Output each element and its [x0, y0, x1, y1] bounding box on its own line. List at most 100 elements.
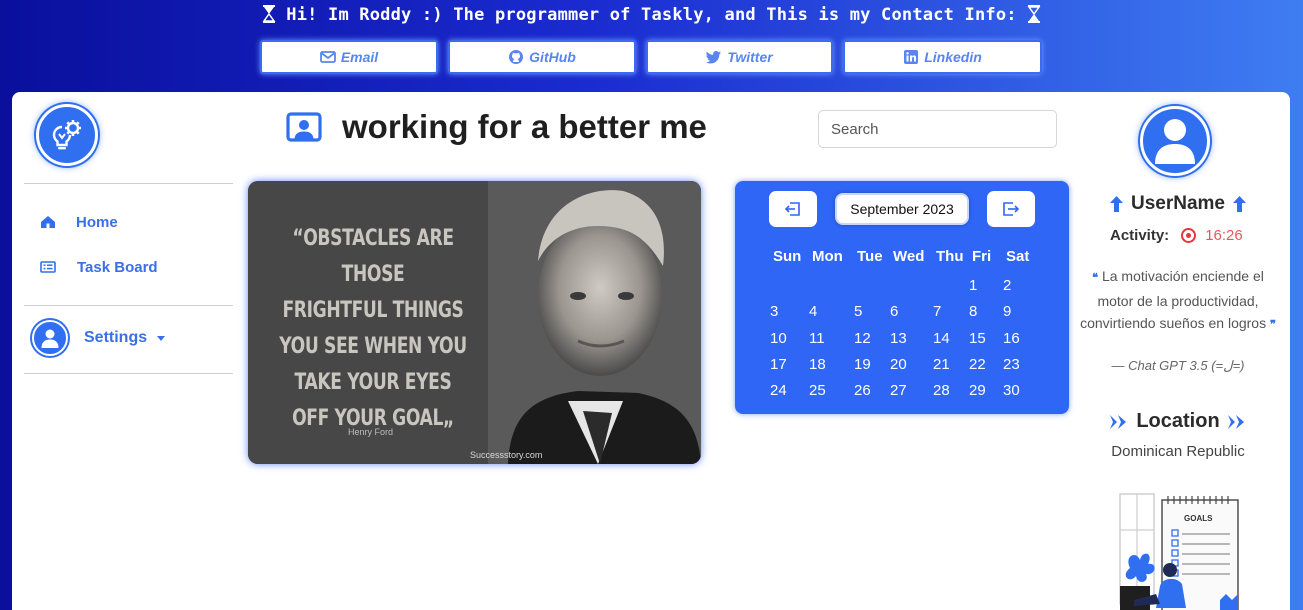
calendar-day[interactable]: 9: [1003, 303, 1011, 320]
sidebar-divider: [24, 373, 233, 374]
sidebar-item-home[interactable]: Home: [40, 210, 118, 234]
weekday-header: Tue: [857, 248, 883, 265]
calendar-day[interactable]: 15: [969, 330, 986, 347]
app-logo[interactable]: [36, 104, 98, 166]
location-heading: Location: [1106, 410, 1250, 433]
twitter-icon: [706, 51, 722, 64]
calendar-day[interactable]: 2: [1003, 277, 1011, 294]
quote-line: YOU SEE WHEN YOU: [279, 334, 467, 359]
lightbulb-gear-icon: [52, 120, 81, 150]
calendar-day[interactable]: 29: [969, 382, 986, 399]
sidebar-item-label: Home: [76, 213, 118, 231]
weekday-header: Wed: [893, 248, 925, 265]
forward-icon: [1227, 414, 1244, 429]
banner-title: Hi! Im Roddy :) The programmer of Taskly…: [0, 5, 1303, 25]
hourglass-icon: [262, 5, 276, 23]
calendar-day[interactable]: 22: [969, 356, 986, 373]
username-heading: UserName: [1106, 193, 1250, 215]
email-button[interactable]: Email: [260, 40, 438, 74]
quote-line: TAKE YOUR EYES: [294, 370, 452, 395]
sidebar-divider: [24, 183, 233, 184]
search-input[interactable]: [818, 110, 1057, 148]
record-icon: [1181, 228, 1197, 243]
calendar-day[interactable]: 4: [809, 303, 817, 320]
calendar-day[interactable]: 19: [854, 356, 871, 373]
weekday-header: Fri: [972, 248, 992, 265]
calendar-day[interactable]: 12: [854, 330, 871, 347]
calendar-widget: September 2023 Sun Mon Tue Wed Thu Fri Sat 1 2 3 4…: [735, 181, 1069, 414]
calendar-day[interactable]: 5: [854, 303, 862, 320]
weekday-header: Sat: [1006, 248, 1030, 265]
linkedin-icon: [904, 50, 919, 64]
github-label: GitHub: [529, 49, 576, 65]
activity-label: Activity:: [1110, 227, 1170, 244]
calendar-day[interactable]: 26: [854, 382, 871, 399]
calendar-grid: Sun Mon Tue Wed Thu Fri Sat 1 2 3 4 5 6 7 8 9 10 11 12 13 14…: [735, 181, 1069, 414]
location-title-text: Location: [1136, 410, 1220, 432]
quote-line: OBSTACLES ARE THOSE: [303, 226, 454, 287]
calendar-day[interactable]: 27: [890, 382, 907, 399]
board-icon: [40, 261, 56, 273]
calendar-day[interactable]: 18: [809, 356, 826, 373]
calendar-day[interactable]: 11: [809, 330, 825, 347]
settings-label: Settings: [84, 329, 148, 346]
quote-image: “OBSTACLES ARE THOSE FRIGHTFUL THINGS YO…: [248, 181, 701, 464]
contact-links: Email GitHub Twitter Linkedin: [0, 40, 1303, 74]
calendar-day[interactable]: 1: [969, 277, 977, 294]
activity-row: Activity: 16:26: [1110, 227, 1243, 244]
calendar-day[interactable]: 21: [933, 356, 950, 373]
weekday-header: Thu: [936, 248, 964, 265]
page-title: working for a better me: [342, 108, 707, 145]
calendar-day[interactable]: 28: [933, 382, 950, 399]
main-card: Home Task Board Settings working for a b…: [12, 92, 1290, 610]
weekday-header: Mon: [812, 248, 843, 265]
avatar: [32, 320, 68, 356]
motivation-source: — Chat GPT 3.5 (=ل=): [1111, 358, 1245, 373]
activity-timer: 16:26: [1205, 227, 1243, 244]
settings-dropdown[interactable]: Settings: [32, 320, 166, 356]
weekday-header: Sun: [773, 248, 802, 265]
banner-title-text: Hi! Im Roddy :) The programmer of Taskly…: [286, 5, 1017, 25]
quote-open-mark: “: [292, 226, 304, 251]
calendar-day[interactable]: 17: [770, 356, 787, 373]
calendar-day[interactable]: 25: [809, 382, 826, 399]
user-icon: [41, 329, 59, 348]
email-label: Email: [340, 49, 379, 65]
calendar-day[interactable]: 23: [1003, 356, 1020, 373]
arrow-up-icon: [1110, 196, 1123, 212]
caret-down-icon: [157, 335, 166, 341]
linkedin-button[interactable]: Linkedin: [843, 40, 1042, 74]
calendar-day[interactable]: 3: [770, 303, 778, 320]
quote-site: Successstory.com: [470, 450, 543, 460]
motivation-quote: ❝ La motivación enciende el motor de la …: [1078, 265, 1278, 337]
twitter-button[interactable]: Twitter: [646, 40, 833, 74]
calendar-day[interactable]: 14: [933, 330, 950, 347]
sidebar-item-label: Task Board: [77, 258, 158, 276]
linkedin-label: Linkedin: [924, 49, 982, 65]
contact-banner: Hi! Im Roddy :) The programmer of Taskly…: [0, 0, 1303, 92]
calendar-day[interactable]: 30: [1003, 382, 1020, 399]
calendar-day[interactable]: 24: [770, 382, 787, 399]
quote-line: FRIGHTFUL THINGS: [282, 298, 464, 323]
user-avatar[interactable]: [1140, 106, 1210, 176]
location-value: Dominican Republic: [1111, 443, 1245, 460]
sidebar-divider: [24, 305, 233, 306]
quote-text: “OBSTACLES ARE THOSE FRIGHTFUL THINGS YO…: [276, 221, 471, 437]
user-presentation-icon: [286, 112, 322, 142]
hourglass-icon: [1027, 5, 1041, 23]
calendar-day[interactable]: 20: [890, 356, 907, 373]
calendar-day[interactable]: 10: [770, 330, 787, 347]
quote-close-mark: „: [442, 406, 454, 431]
calendar-day[interactable]: 13: [890, 330, 907, 347]
calendar-day[interactable]: 7: [933, 303, 941, 320]
motivation-text: La motivación enciende el motor de la pr…: [1080, 268, 1267, 331]
envelope-icon: [319, 51, 336, 63]
sidebar-item-task-board[interactable]: Task Board: [40, 255, 158, 279]
arrow-up-icon: [1233, 196, 1246, 212]
calendar-day[interactable]: 8: [969, 303, 977, 320]
goals-illustration: GOALS: [1119, 493, 1239, 610]
github-button[interactable]: GitHub: [448, 40, 636, 74]
calendar-day[interactable]: 6: [890, 303, 898, 320]
github-icon: [509, 50, 524, 64]
calendar-day[interactable]: 16: [1003, 330, 1020, 347]
